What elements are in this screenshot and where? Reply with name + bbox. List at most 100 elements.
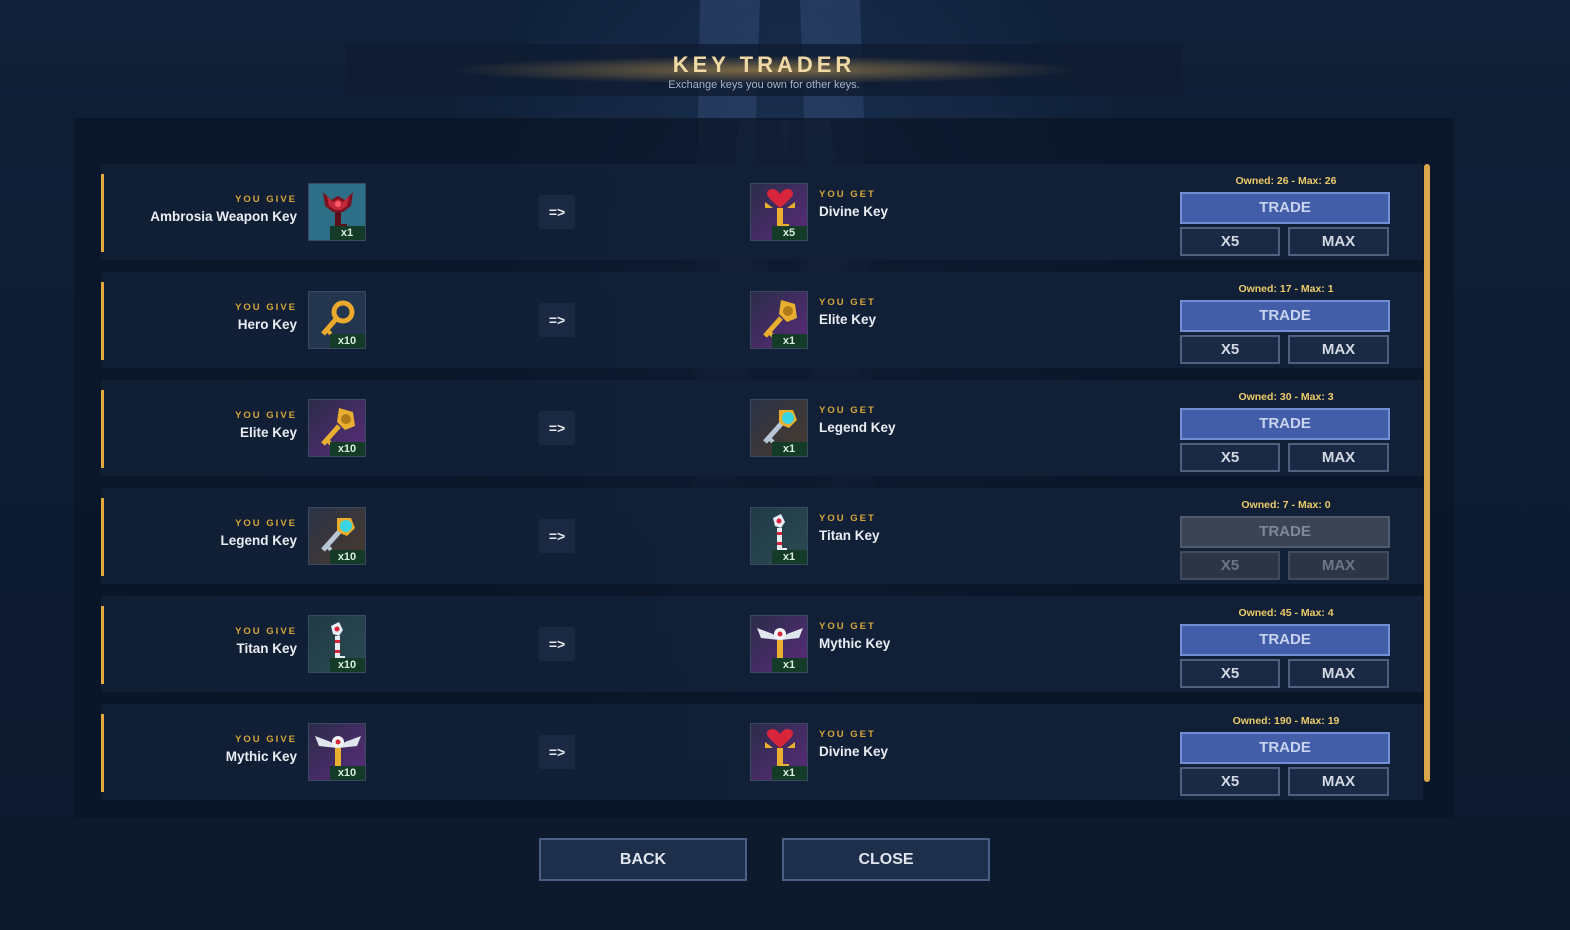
- quantity-badge: x1: [330, 226, 365, 240]
- you-give-label: YOU GIVE: [235, 410, 297, 421]
- trade-button[interactable]: TRADE: [1180, 408, 1390, 440]
- trade-row: YOU GIVE Ambrosia Weapon Key x1 => x5 YO…: [101, 164, 1423, 260]
- trade-row: YOU GIVE Hero Key x10 => x1 YOU GET Elit…: [101, 272, 1423, 368]
- owned-max-text: Owned: 190 - Max: 19: [1232, 715, 1340, 727]
- divine-key-icon: x5: [750, 183, 808, 241]
- trade-x5-button[interactable]: X5: [1180, 767, 1280, 796]
- get-key-name: Divine Key: [819, 204, 889, 219]
- you-give-label: YOU GIVE: [235, 302, 297, 313]
- trade-panel: YOU GIVE Ambrosia Weapon Key x1 => x5 YO…: [74, 118, 1454, 818]
- trade-row: YOU GIVE Titan Key x10 => x1 YOU GET Myt…: [101, 596, 1423, 692]
- row-accent-bar: [101, 174, 104, 252]
- trade-button[interactable]: TRADE: [1180, 300, 1390, 332]
- title-banner: KEY TRADER Exchange keys you own for oth…: [346, 44, 1182, 96]
- get-info: YOU GET Titan Key: [819, 513, 880, 543]
- page-subtitle: Exchange keys you own for other keys.: [668, 79, 860, 91]
- get-key-name: Legend Key: [819, 420, 896, 435]
- trade-button[interactable]: TRADE: [1180, 192, 1390, 224]
- quantity-badge: x10: [330, 658, 365, 672]
- trade-x5-button[interactable]: X5: [1180, 659, 1280, 688]
- you-get-label: YOU GET: [819, 189, 876, 200]
- give-key-name: Titan Key: [236, 641, 297, 656]
- get-info: YOU GET Divine Key: [819, 189, 888, 219]
- owned-max-text: Owned: 26 - Max: 26: [1235, 175, 1337, 187]
- divine-key-icon: x1: [750, 723, 808, 781]
- trade-button[interactable]: TRADE: [1180, 624, 1390, 656]
- trade-max-button[interactable]: MAX: [1288, 767, 1389, 796]
- arrow-icon: =>: [539, 195, 575, 229]
- close-button[interactable]: CLOSE: [782, 838, 990, 881]
- elite-key-icon: x1: [750, 291, 808, 349]
- quantity-badge: x10: [330, 550, 365, 564]
- quantity-badge: x5: [772, 226, 807, 240]
- trade-max-button[interactable]: MAX: [1288, 335, 1389, 364]
- give-key-name: Elite Key: [239, 425, 297, 440]
- you-give-label: YOU GIVE: [235, 626, 297, 637]
- arrow-icon: =>: [539, 519, 575, 553]
- you-get-label: YOU GET: [819, 729, 876, 740]
- trade-row: YOU GIVE Mythic Key x10 => x1 YOU GET Di…: [101, 704, 1423, 800]
- mythic-key-icon: x10: [308, 723, 366, 781]
- trade-list[interactable]: YOU GIVE Ambrosia Weapon Key x1 => x5 YO…: [101, 164, 1423, 804]
- get-info: YOU GET Elite Key: [819, 297, 876, 327]
- quantity-badge: x1: [772, 334, 807, 348]
- quantity-badge: x10: [330, 334, 365, 348]
- trade-row: YOU GIVE Legend Key x10 => x1 YOU GET Ti…: [101, 488, 1423, 584]
- give-key-name: Ambrosia Weapon Key: [150, 209, 297, 224]
- trade-button[interactable]: TRADE: [1180, 732, 1390, 764]
- owned-max-text: Owned: 45 - Max: 4: [1238, 607, 1334, 619]
- scrollbar[interactable]: [1424, 164, 1430, 782]
- you-give-label: YOU GIVE: [235, 194, 297, 205]
- get-info: YOU GET Legend Key: [819, 405, 896, 435]
- titan-key-icon: x10: [308, 615, 366, 673]
- quantity-badge: x1: [772, 658, 807, 672]
- quantity-badge: x10: [330, 442, 365, 456]
- legend-key-icon: x10: [308, 507, 366, 565]
- trade-x5-button[interactable]: X5: [1180, 227, 1280, 256]
- arrow-icon: =>: [539, 411, 575, 445]
- you-give-label: YOU GIVE: [235, 518, 297, 529]
- trade-x5-button[interactable]: X5: [1180, 551, 1280, 580]
- legend-key-icon: x1: [750, 399, 808, 457]
- hero-key-icon: x10: [308, 291, 366, 349]
- you-get-label: YOU GET: [819, 513, 876, 524]
- ambrosia-weapon-key-icon: x1: [308, 183, 366, 241]
- row-accent-bar: [101, 606, 104, 684]
- get-key-name: Titan Key: [819, 528, 880, 543]
- give-info: YOU GIVE Titan Key: [235, 626, 297, 656]
- trade-max-button[interactable]: MAX: [1288, 551, 1389, 580]
- trade-button[interactable]: TRADE: [1180, 516, 1390, 548]
- give-info: YOU GIVE Legend Key: [220, 518, 297, 548]
- give-info: YOU GIVE Mythic Key: [226, 734, 297, 764]
- arrow-icon: =>: [539, 735, 575, 769]
- give-key-name: Legend Key: [220, 533, 297, 548]
- give-key-name: Mythic Key: [225, 749, 297, 764]
- get-key-name: Divine Key: [819, 744, 889, 759]
- get-info: YOU GET Divine Key: [819, 729, 888, 759]
- trade-max-button[interactable]: MAX: [1288, 443, 1389, 472]
- page-title: KEY TRADER: [672, 52, 856, 77]
- row-accent-bar: [101, 282, 104, 360]
- trade-row: YOU GIVE Elite Key x10 => x1 YOU GET Leg…: [101, 380, 1423, 476]
- back-button[interactable]: BACK: [539, 838, 747, 881]
- quantity-badge: x1: [772, 442, 807, 456]
- trade-max-button[interactable]: MAX: [1288, 659, 1389, 688]
- trade-x5-button[interactable]: X5: [1180, 335, 1280, 364]
- quantity-badge: x1: [772, 766, 807, 780]
- owned-max-text: Owned: 17 - Max: 1: [1238, 283, 1334, 295]
- you-give-label: YOU GIVE: [235, 734, 297, 745]
- get-info: YOU GET Mythic Key: [819, 621, 890, 651]
- give-info: YOU GIVE Ambrosia Weapon Key: [150, 194, 297, 224]
- you-get-label: YOU GET: [819, 621, 876, 632]
- give-info: YOU GIVE Hero Key: [235, 302, 297, 332]
- trade-max-button[interactable]: MAX: [1288, 227, 1389, 256]
- get-key-name: Elite Key: [819, 312, 877, 327]
- owned-max-text: Owned: 30 - Max: 3: [1238, 391, 1334, 403]
- owned-max-text: Owned: 7 - Max: 0: [1241, 499, 1331, 511]
- row-accent-bar: [101, 714, 104, 792]
- titan-key-icon: x1: [750, 507, 808, 565]
- arrow-icon: =>: [539, 627, 575, 661]
- trade-x5-button[interactable]: X5: [1180, 443, 1280, 472]
- quantity-badge: x10: [330, 766, 365, 780]
- quantity-badge: x1: [772, 550, 807, 564]
